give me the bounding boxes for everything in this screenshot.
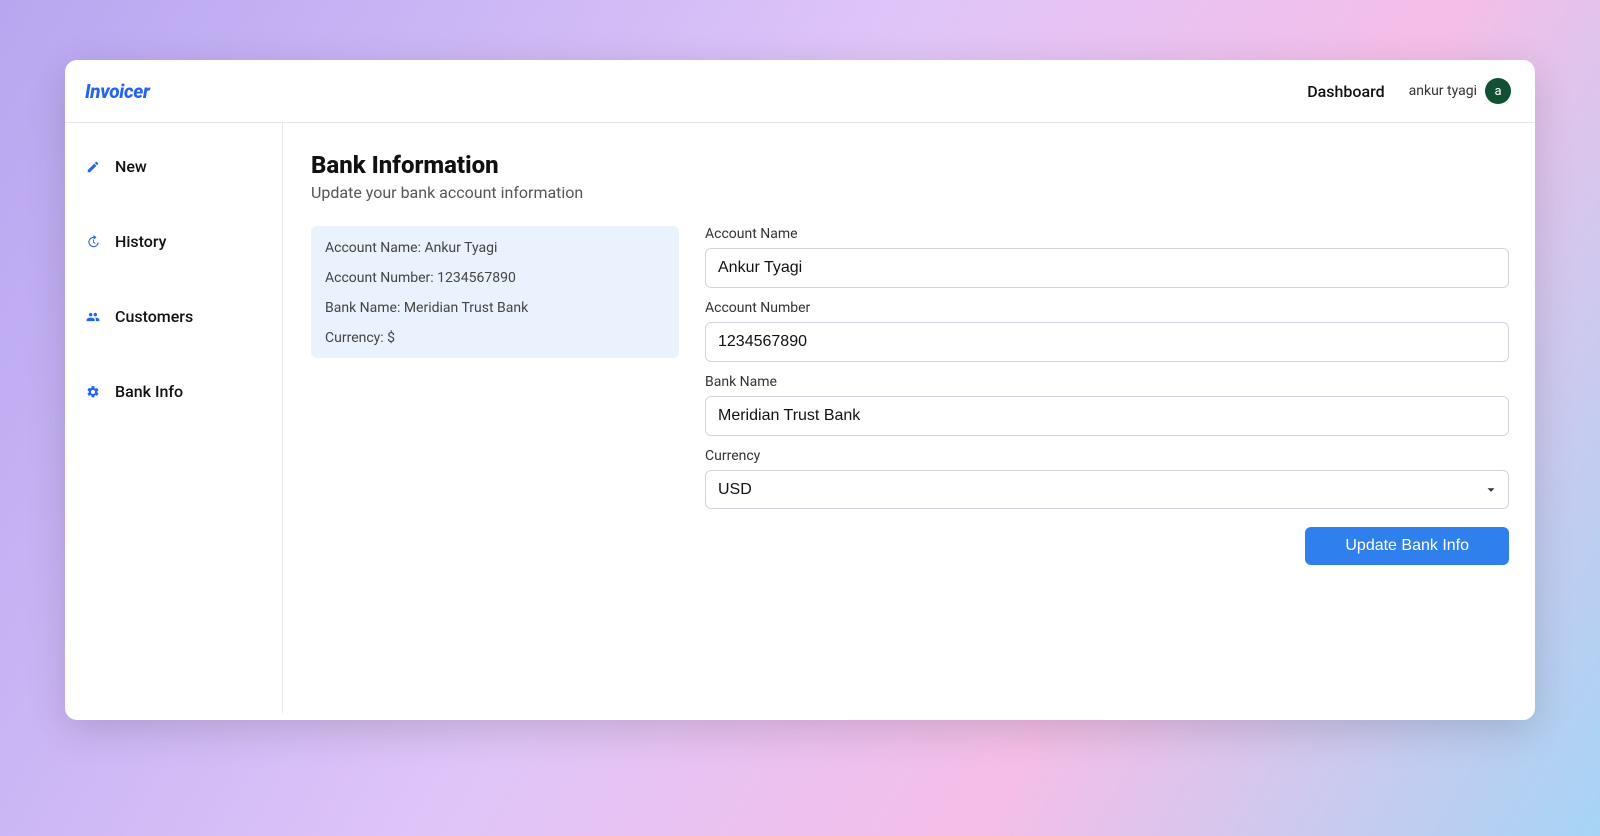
summary-currency: Currency: $ xyxy=(325,330,665,346)
sidebar-item-history[interactable]: History xyxy=(85,226,282,257)
sidebar-item-label: New xyxy=(115,157,147,176)
field-account-number: Account Number xyxy=(705,300,1509,362)
summary-bank-name: Bank Name: Meridian Trust Bank xyxy=(325,300,665,316)
main: Bank Information Update your bank accoun… xyxy=(283,123,1535,713)
currency-label: Currency xyxy=(705,448,1509,464)
summary-label: Account Number: xyxy=(325,270,434,286)
header-right: Dashboard ankur tyagi a xyxy=(1307,78,1511,104)
summary-label: Currency: xyxy=(325,330,384,346)
account-number-input[interactable] xyxy=(705,322,1509,362)
nav-dashboard[interactable]: Dashboard xyxy=(1307,82,1384,101)
edit-icon xyxy=(85,159,101,175)
header: Invoicer Dashboard ankur tyagi a xyxy=(65,60,1535,123)
summary-label: Account Name: xyxy=(325,240,421,256)
app-card: Invoicer Dashboard ankur tyagi a New His… xyxy=(65,60,1535,720)
summary-account-number: Account Number: 1234567890 xyxy=(325,270,665,286)
history-icon xyxy=(85,234,101,250)
summary-account-name: Account Name: Ankur Tyagi xyxy=(325,240,665,256)
sidebar-item-label: History xyxy=(115,232,167,251)
account-name-label: Account Name xyxy=(705,226,1509,242)
sidebar-item-bank-info[interactable]: Bank Info xyxy=(85,376,282,407)
body: New History Customers Bank Info xyxy=(65,123,1535,713)
content-row: Account Name: Ankur Tyagi Account Number… xyxy=(311,226,1509,565)
sidebar-item-label: Customers xyxy=(115,307,193,326)
gear-icon xyxy=(85,384,101,400)
user-info[interactable]: ankur tyagi a xyxy=(1409,78,1511,104)
sidebar-item-customers[interactable]: Customers xyxy=(85,301,282,332)
account-number-label: Account Number xyxy=(705,300,1509,316)
summary-value: 1234567890 xyxy=(437,270,516,286)
sidebar-item-new[interactable]: New xyxy=(85,151,282,182)
field-currency: Currency USD xyxy=(705,448,1509,509)
sidebar: New History Customers Bank Info xyxy=(65,123,283,713)
bank-name-input[interactable] xyxy=(705,396,1509,436)
summary-value: Meridian Trust Bank xyxy=(404,300,528,316)
app-logo[interactable]: Invoicer xyxy=(85,80,150,103)
summary-value: $ xyxy=(387,330,395,346)
field-bank-name: Bank Name xyxy=(705,374,1509,436)
summary-label: Bank Name: xyxy=(325,300,400,316)
bank-name-label: Bank Name xyxy=(705,374,1509,390)
field-account-name: Account Name xyxy=(705,226,1509,288)
summary-value: Ankur Tyagi xyxy=(424,240,497,256)
button-row: Update Bank Info xyxy=(705,527,1509,565)
currency-select[interactable]: USD xyxy=(705,470,1509,509)
summary-box: Account Name: Ankur Tyagi Account Number… xyxy=(311,226,679,358)
avatar[interactable]: a xyxy=(1485,78,1511,104)
bank-info-form: Account Name Account Number Bank Name Cu… xyxy=(705,226,1509,565)
users-icon xyxy=(85,309,101,325)
user-name: ankur tyagi xyxy=(1409,83,1477,99)
page-title: Bank Information xyxy=(311,151,1509,179)
account-name-input[interactable] xyxy=(705,248,1509,288)
update-bank-info-button[interactable]: Update Bank Info xyxy=(1305,527,1509,565)
sidebar-item-label: Bank Info xyxy=(115,382,183,401)
page-subtitle: Update your bank account information xyxy=(311,183,1509,202)
